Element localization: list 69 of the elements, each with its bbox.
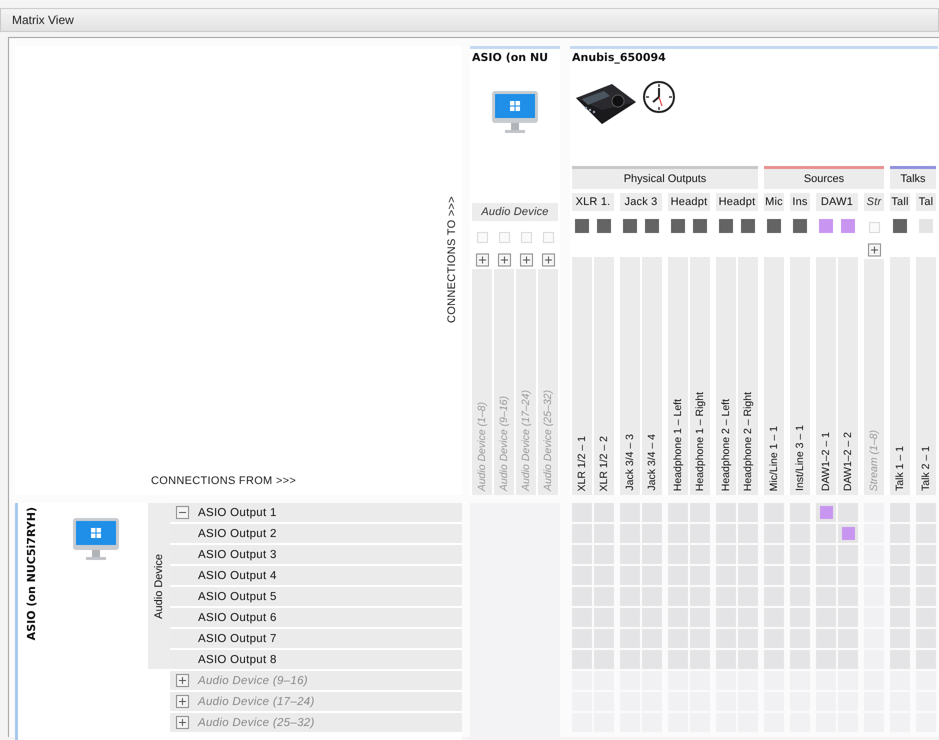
- group-label: Audio Device: [153, 554, 165, 618]
- connection-mark: [842, 527, 854, 540]
- row-label[interactable]: ASIO Output 4: [198, 570, 277, 582]
- expand-icon[interactable]: [520, 253, 532, 267]
- column-label: Mic/Line 1 – 1: [768, 426, 780, 491]
- row-label[interactable]: ASIO Output 2: [198, 528, 277, 540]
- connections-from-label: CONNECTIONS FROM >>>: [151, 475, 296, 487]
- row-label[interactable]: ASIO Output 1: [198, 506, 277, 518]
- empty-indicator: [868, 222, 880, 233]
- group-header[interactable]: Jack 3: [620, 193, 662, 211]
- column-label: Headphone 2 – Left: [720, 398, 732, 491]
- group-header[interactable]: DAW1: [816, 193, 858, 211]
- window-title: Matrix View: [0, 8, 939, 32]
- expand-icon[interactable]: [476, 253, 488, 267]
- empty-indicator: [498, 232, 510, 243]
- expand-icon[interactable]: [542, 253, 554, 267]
- device-title: ASIO (on NUC5i7RYH): [24, 507, 38, 640]
- group-header[interactable]: Headpt: [716, 193, 758, 211]
- collapse-icon[interactable]: [176, 506, 189, 519]
- column-label: Audio Device (1–8): [476, 402, 488, 491]
- row-label[interactable]: ASIO Output 8: [198, 654, 277, 666]
- column-label: Headphone 1 – Left: [672, 398, 684, 491]
- group-header[interactable]: Mic: [764, 193, 784, 211]
- column-label: Headphone 1 – Right: [694, 392, 706, 491]
- column-label: Jack 3/4 – 4: [646, 434, 658, 491]
- expand-icon[interactable]: [498, 253, 510, 267]
- section-header: Sources: [764, 166, 884, 189]
- column-label: XLR 1/2 – 2: [598, 436, 610, 491]
- group-header[interactable]: Tal: [916, 193, 936, 211]
- row-label[interactable]: ASIO Output 3: [198, 548, 277, 560]
- group-header[interactable]: Tall: [890, 193, 910, 211]
- monitor-icon: [491, 90, 539, 134]
- matrix-cell[interactable]: [816, 503, 836, 522]
- row-label[interactable]: ASIO Output 6: [198, 612, 277, 624]
- group-header[interactable]: Ins: [790, 193, 810, 211]
- column-label: Stream (1–8): [868, 430, 880, 491]
- group-header[interactable]: XLR 1.: [572, 193, 614, 211]
- row-label[interactable]: ASIO Output 5: [198, 590, 277, 602]
- section-header: Physical Outputs: [572, 166, 758, 189]
- clock-icon: [642, 80, 676, 114]
- connection-mark: [820, 506, 832, 519]
- connections-to-label: CONNECTIONS TO >>>: [446, 196, 458, 323]
- monitor-icon: [72, 517, 120, 561]
- column-label: Audio Device (17–24): [520, 390, 532, 491]
- column-label: Audio Device (25–32): [542, 390, 554, 491]
- expand-icon[interactable]: [176, 674, 189, 687]
- section-header: Talks: [890, 166, 936, 189]
- empty-indicator: [542, 232, 554, 243]
- device-title: ASIO (on NU: [470, 46, 560, 68]
- group-header[interactable]: Headpt: [668, 193, 710, 211]
- device-title: Anubis_650094: [570, 46, 938, 68]
- column-label: Inst/Line 3 – 1: [794, 425, 806, 491]
- column-label: Audio Device (9–16): [498, 396, 510, 491]
- empty-indicator: [476, 232, 488, 243]
- expand-icon[interactable]: [868, 243, 880, 257]
- column-label: DAW1–2 – 2: [842, 432, 854, 491]
- column-label: Jack 3/4 – 3: [624, 434, 636, 491]
- column-label: XLR 1/2 – 1: [576, 436, 588, 491]
- expand-icon[interactable]: [176, 716, 189, 729]
- matrix-cell[interactable]: [838, 524, 858, 543]
- column-label: Talk 2 – 1: [920, 446, 932, 491]
- column-label: DAW1–2 – 1: [820, 432, 832, 491]
- group-header[interactable]: Audio Device: [472, 203, 558, 221]
- row-label[interactable]: ASIO Output 7: [198, 632, 277, 644]
- empty-indicator: [520, 232, 532, 243]
- column-label: Talk 1 – 1: [894, 446, 906, 491]
- column-label: Headphone 2 – Right: [742, 392, 754, 491]
- group-header[interactable]: Str: [864, 193, 884, 211]
- expand-icon[interactable]: [176, 695, 189, 708]
